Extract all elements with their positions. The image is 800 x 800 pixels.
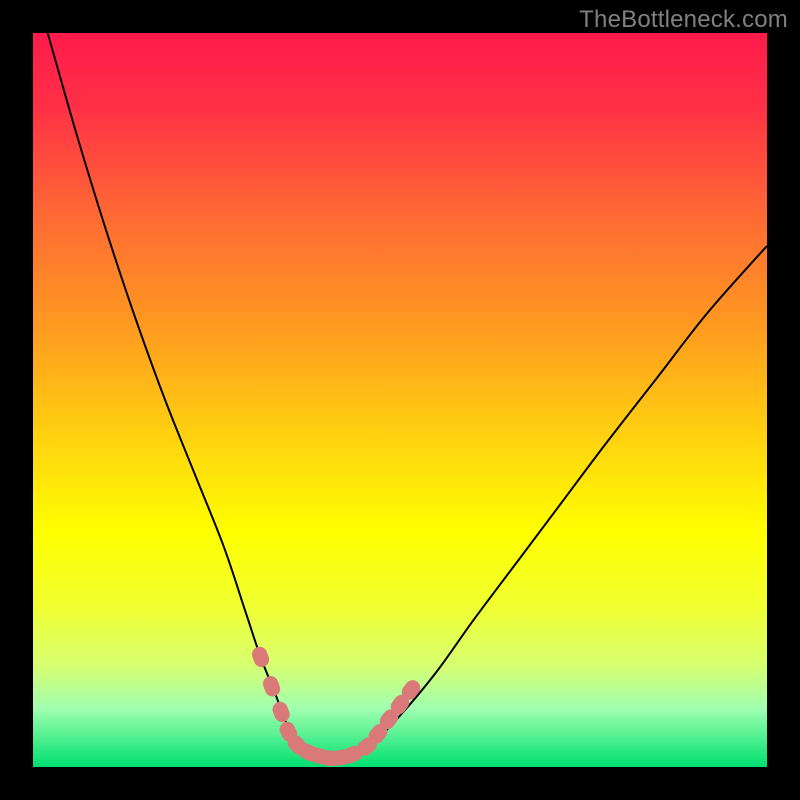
gradient-background bbox=[33, 33, 767, 767]
bottleneck-chart bbox=[33, 33, 767, 767]
watermark-text: TheBottleneck.com bbox=[579, 6, 788, 34]
plot-area bbox=[33, 33, 767, 767]
chart-frame: TheBottleneck.com bbox=[0, 0, 800, 800]
